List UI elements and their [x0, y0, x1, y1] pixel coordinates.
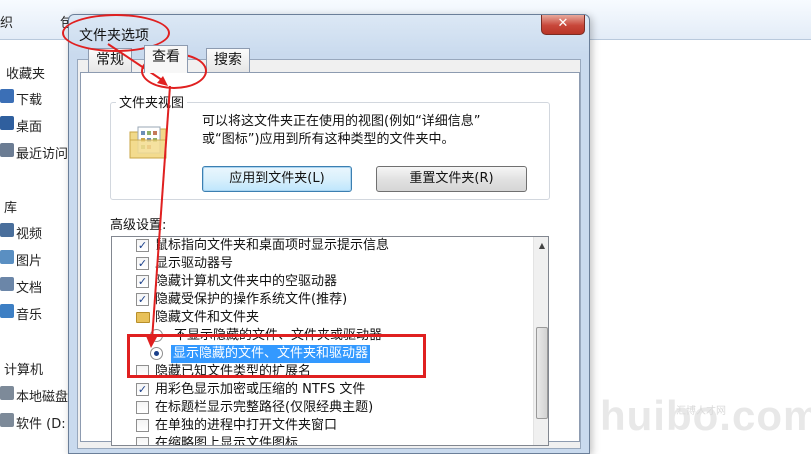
- checkbox[interactable]: [136, 419, 149, 432]
- video-library-icon: [0, 223, 14, 237]
- list-item[interactable]: 在单独的进程中打开文件夹窗口: [112, 417, 532, 435]
- list-item-label: 在标题栏显示完整路径(仅限经典主题): [155, 400, 374, 415]
- folder-view-icon: [129, 126, 167, 159]
- folder-views-description-line2: 或“图标”)应用到所有这种类型的文件夹中。: [202, 132, 455, 147]
- nav-label: 视频: [16, 227, 43, 242]
- nav-item-videos[interactable]: 视频: [0, 220, 70, 242]
- list-item-label: 用彩色显示加密或压缩的 NTFS 文件: [155, 382, 366, 397]
- documents-library-icon: [0, 277, 14, 291]
- list-item-label: 显示驱动器号: [155, 256, 234, 271]
- list-scrollbar[interactable]: ▲: [533, 237, 548, 445]
- navigation-pane: 收藏夹 下载 桌面 最近访问 库 视频 图片 文档 音乐 计算机 本地磁盘 软件…: [0, 40, 70, 439]
- list-item-label: 隐藏计算机文件夹中的空驱动器: [155, 274, 338, 289]
- checkbox[interactable]: ✓: [136, 383, 149, 396]
- folder-views-description-line1: 可以将这文件夹正在使用的视图(例如“详细信息”: [202, 114, 481, 129]
- nav-label: 桌面: [16, 120, 43, 135]
- explorer-file-area: [588, 40, 811, 439]
- nav-item-software-drive[interactable]: 软件 (D:: [0, 410, 70, 432]
- tab-search[interactable]: 搜索: [206, 48, 250, 72]
- music-library-icon: [0, 304, 14, 318]
- checkbox[interactable]: ✓: [136, 275, 149, 288]
- nav-item-local-disk[interactable]: 本地磁盘: [0, 383, 70, 405]
- list-item[interactable]: ✓ 隐藏计算机文件夹中的空驱动器: [112, 273, 532, 291]
- desktop-icon: [0, 116, 14, 130]
- nav-label: 最近访问: [16, 147, 69, 162]
- disk-drive-icon: [0, 413, 14, 427]
- nav-label: 音乐: [16, 308, 43, 323]
- list-item-label: 隐藏受保护的操作系统文件(推荐): [155, 292, 348, 307]
- checkbox[interactable]: [136, 437, 149, 445]
- nav-item-documents[interactable]: 文档: [0, 274, 70, 296]
- nav-item-music[interactable]: 音乐: [0, 301, 70, 323]
- nav-label: 计算机: [4, 363, 44, 378]
- list-item[interactable]: ✓ 显示驱动器号: [112, 255, 532, 273]
- checkbox[interactable]: ✓: [136, 257, 149, 270]
- nav-libraries-heading[interactable]: 库: [0, 194, 70, 216]
- nav-label: 文档: [16, 281, 43, 296]
- tab-view[interactable]: 查看: [144, 45, 188, 73]
- nav-item-recent[interactable]: 最近访问: [0, 140, 70, 162]
- pictures-library-icon: [0, 250, 14, 264]
- nav-favorites-heading[interactable]: 收藏夹: [0, 60, 70, 82]
- nav-label: 下载: [16, 93, 43, 108]
- download-folder-icon: [0, 89, 14, 103]
- list-item: 隐藏文件和文件夹: [112, 309, 532, 327]
- recent-places-icon: [0, 143, 14, 157]
- nav-item-desktop[interactable]: 桌面: [0, 113, 70, 135]
- nav-label: 图片: [16, 254, 43, 269]
- organize-menu[interactable]: 织: [0, 12, 13, 31]
- nav-label: 收藏夹: [6, 67, 46, 82]
- scroll-thumb[interactable]: [536, 327, 548, 419]
- list-item-label: 隐藏文件和文件夹: [155, 310, 260, 325]
- list-item[interactable]: ✓ 隐藏受保护的操作系统文件(推荐): [112, 291, 532, 309]
- annotation-show-hidden-rect: [127, 334, 426, 378]
- list-item[interactable]: ✓ 用彩色显示加密或压缩的 NTFS 文件: [112, 381, 532, 399]
- checkbox[interactable]: ✓: [136, 293, 149, 306]
- nav-computer-heading[interactable]: 计算机: [0, 356, 70, 378]
- list-item-label: 在单独的进程中打开文件夹窗口: [155, 418, 338, 433]
- nav-label: 库: [4, 201, 18, 216]
- watermark-caption: 汇博人才网: [676, 406, 726, 417]
- list-item[interactable]: 在标题栏显示完整路径(仅限经典主题): [112, 399, 532, 417]
- checkbox[interactable]: [136, 401, 149, 414]
- nav-label: 软件 (D:: [16, 417, 66, 432]
- list-item-label: 鼠标指向文件夹和桌面项时显示提示信息: [155, 238, 390, 253]
- list-item-label: 在缩略图上显示文件图标: [155, 436, 299, 446]
- apply-to-folders-button[interactable]: 应用到文件夹(L): [202, 166, 352, 192]
- nav-label: 本地磁盘: [16, 390, 69, 405]
- folder-icon: [136, 312, 150, 323]
- advanced-settings-label: 高级设置:: [110, 218, 167, 233]
- list-item[interactable]: 在缩略图上显示文件图标: [112, 435, 532, 446]
- reset-folders-button[interactable]: 重置文件夹(R): [376, 166, 527, 192]
- folder-views-legend: 文件夹视图: [116, 92, 188, 111]
- nav-item-pictures[interactable]: 图片: [0, 247, 70, 269]
- local-disk-icon: [0, 386, 14, 400]
- checkbox[interactable]: ✓: [136, 239, 149, 252]
- list-item[interactable]: ✓ 鼠标指向文件夹和桌面项时显示提示信息: [112, 237, 532, 255]
- close-icon: ✕: [557, 16, 569, 31]
- close-button[interactable]: ✕: [541, 15, 585, 35]
- scroll-up-arrow-icon[interactable]: ▲: [534, 237, 548, 254]
- nav-item-downloads[interactable]: 下载: [0, 86, 70, 108]
